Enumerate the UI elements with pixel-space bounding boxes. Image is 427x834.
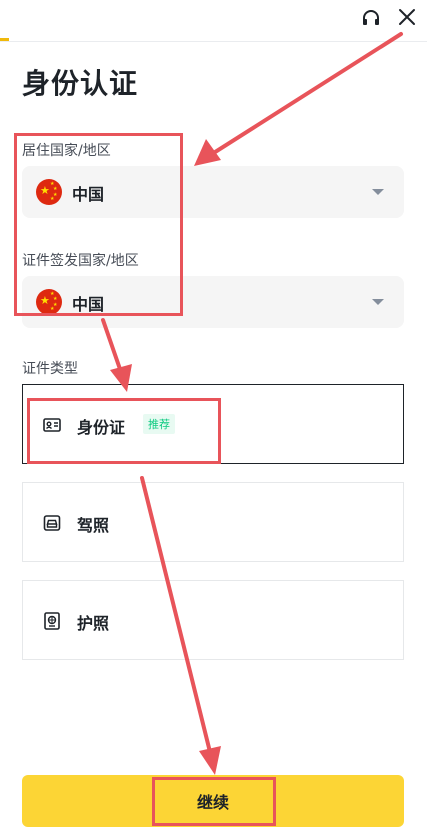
annotation-arrow-head-3 [199, 746, 221, 775]
annotation-arrow-3 [140, 476, 212, 754]
annotation-arrow-2 [101, 318, 123, 374]
annotation-arrow-head-2 [110, 364, 132, 392]
annotation-arrow-1 [210, 32, 403, 156]
annotation-arrows [101, 32, 403, 775]
